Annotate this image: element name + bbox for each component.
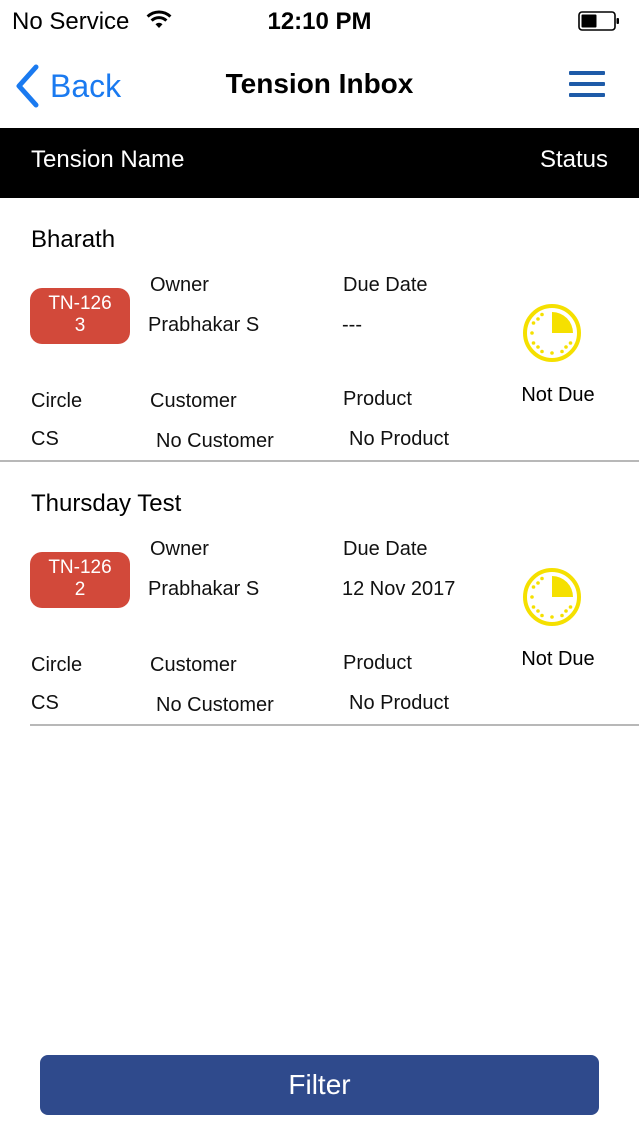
tension-id-suffix: 3	[74, 315, 86, 336]
status-bar: No Service 12:10 PM	[0, 0, 639, 42]
clock-pie-icon	[521, 566, 583, 628]
tension-id-prefix: TN-126	[48, 557, 112, 578]
clock-time: 12:10 PM	[267, 8, 372, 35]
due-date-label: Due Date	[343, 274, 428, 296]
battery-icon	[578, 11, 620, 31]
owner-label: Owner	[150, 538, 209, 560]
status-text: Not Due	[521, 648, 595, 670]
tension-id-badge[interactable]: TN-126 2	[30, 552, 130, 608]
tension-name: Thursday Test	[31, 490, 182, 517]
circle-value: CS	[31, 692, 59, 714]
due-date-label: Due Date	[343, 538, 428, 560]
tension-name: Bharath	[31, 226, 116, 253]
page-title: Tension Inbox	[225, 68, 414, 99]
tension-card[interactable]: Bharath Owner Due Date TN-126 3 Prabhaka…	[0, 198, 639, 461]
customer-value: No Customer	[156, 430, 274, 452]
owner-label: Owner	[150, 274, 209, 296]
customer-value: No Customer	[156, 694, 274, 716]
table-header: Tension Name Status	[0, 128, 639, 198]
circle-label: Circle	[31, 654, 83, 676]
circle-value: CS	[31, 428, 59, 450]
clock-pie-icon	[521, 302, 583, 364]
tension-id-suffix: 2	[74, 579, 86, 600]
hamburger-menu-icon[interactable]	[569, 71, 605, 99]
owner-value: Prabhakar S	[148, 314, 260, 336]
tension-name-column-header: Tension Name	[31, 146, 185, 173]
product-label: Product	[343, 388, 412, 410]
status-text: Not Due	[521, 384, 595, 406]
tension-id-badge[interactable]: TN-126 3	[30, 288, 130, 344]
tension-card[interactable]: Thursday Test Owner Due Date TN-126 2 Pr…	[0, 462, 639, 725]
circle-label: Circle	[31, 390, 83, 412]
product-value: No Product	[349, 692, 450, 714]
product-label: Product	[343, 652, 412, 674]
due-date-value: ---	[342, 314, 362, 336]
filter-button[interactable]: Filter	[40, 1055, 599, 1115]
row-divider	[30, 724, 639, 726]
due-date-value: 12 Nov 2017	[342, 578, 456, 600]
status-column-header: Status	[539, 146, 608, 173]
customer-label: Customer	[150, 654, 237, 676]
owner-value: Prabhakar S	[148, 578, 260, 600]
product-value: No Product	[349, 428, 450, 450]
customer-label: Customer	[150, 390, 237, 412]
tension-id-prefix: TN-126	[48, 293, 112, 314]
navigation-bar: Back Tension Inbox	[0, 42, 639, 128]
